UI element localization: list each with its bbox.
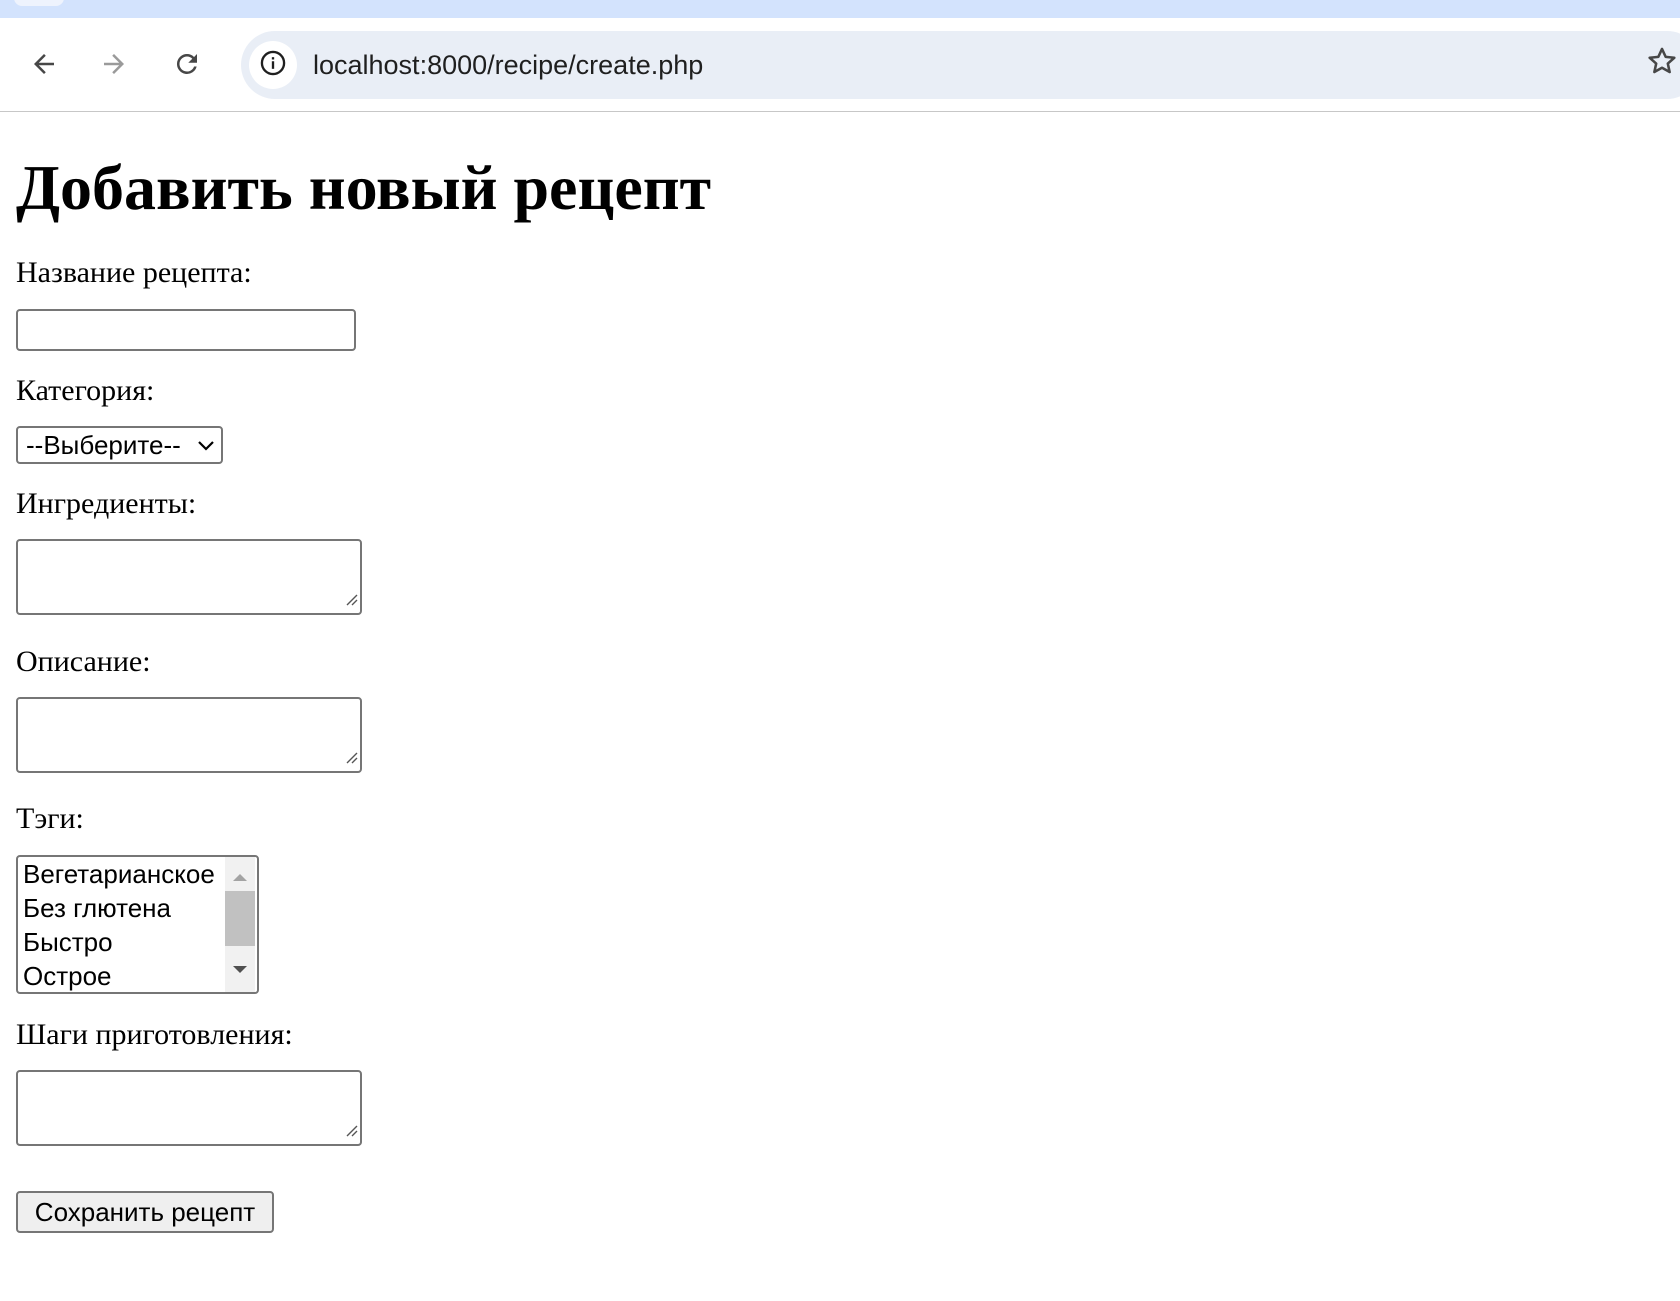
tags-option[interactable]: Быстро [23, 925, 113, 959]
resize-grip-icon[interactable] [344, 1123, 358, 1142]
resize-grip-icon[interactable] [344, 750, 358, 769]
tab-strip [0, 0, 1680, 18]
save-recipe-button[interactable]: Сохранить рецепт [16, 1191, 274, 1233]
info-icon [259, 49, 287, 82]
ingredients-label: Ингредиенты: [16, 487, 197, 520]
tags-listbox[interactable]: Вегетарианское Без глютена Быстро Острое [16, 855, 259, 994]
scrollbar-thumb[interactable] [225, 891, 255, 946]
ingredients-textarea[interactable] [16, 539, 362, 615]
browser-toolbar: localhost:8000/recipe/create.php [0, 18, 1680, 112]
page-title: Добавить новый рецепт [16, 152, 712, 223]
steps-textarea[interactable] [16, 1070, 362, 1146]
arrow-left-icon [29, 49, 59, 79]
recipe-name-label: Название рецепта: [16, 256, 252, 289]
recipe-name-input[interactable] [16, 309, 356, 351]
bookmark-button[interactable] [1645, 44, 1679, 78]
category-label: Категория: [16, 374, 155, 407]
resize-grip-icon[interactable] [344, 592, 358, 611]
forward-button[interactable] [94, 44, 134, 84]
reload-icon [172, 49, 202, 79]
url-text[interactable]: localhost:8000/recipe/create.php [313, 31, 703, 99]
scroll-up-icon[interactable] [232, 869, 248, 887]
tags-scrollbar[interactable] [225, 857, 255, 992]
site-info-button[interactable] [249, 41, 297, 89]
active-tab[interactable] [14, 0, 64, 6]
back-button[interactable] [24, 44, 64, 84]
address-bar[interactable]: localhost:8000/recipe/create.php [241, 31, 1680, 99]
chevron-down-icon [197, 437, 215, 460]
arrow-right-icon [99, 49, 129, 79]
page-content: Добавить новый рецепт Название рецепта: … [0, 112, 1680, 1301]
description-label: Описание: [16, 645, 151, 678]
description-textarea[interactable] [16, 697, 362, 773]
star-icon [1645, 47, 1679, 82]
scroll-down-icon[interactable] [232, 962, 248, 980]
tags-option[interactable]: Острое [23, 959, 112, 992]
steps-label: Шаги приготовления: [16, 1018, 293, 1051]
tags-option[interactable]: Вегетарианское [23, 857, 215, 891]
category-select-value: --Выберите-- [26, 429, 181, 460]
tags-label: Тэги: [16, 802, 84, 835]
tags-option[interactable]: Без глютена [23, 891, 171, 925]
reload-button[interactable] [167, 44, 207, 84]
category-select[interactable]: --Выберите-- [16, 426, 223, 464]
